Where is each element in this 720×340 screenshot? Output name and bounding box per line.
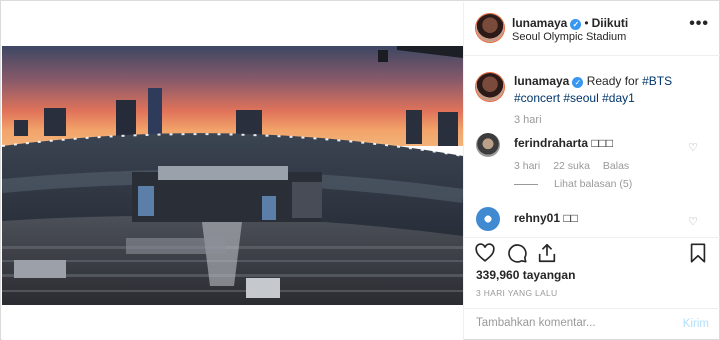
comment-input[interactable] — [476, 317, 661, 329]
comment-text: □□ — [563, 211, 578, 225]
verified-badge-icon: ✓ — [570, 19, 582, 30]
caption-username[interactable]: lunamaya — [514, 74, 569, 88]
share-icon[interactable] — [536, 242, 558, 264]
view-count[interactable]: 339,960 tayangan — [476, 268, 575, 282]
comment-meta: 3 hari 22 suka Balas — [514, 160, 639, 172]
replies-divider-line — [514, 183, 538, 185]
post-location[interactable]: Seoul Olympic Stadium — [512, 31, 626, 43]
comment-avatar[interactable] — [476, 207, 500, 231]
comment-username[interactable]: ferindraharta — [514, 136, 588, 150]
verified-badge-icon: ✓ — [572, 77, 584, 88]
comment-like-heart-icon[interactable]: ♡ — [688, 141, 698, 154]
instagram-post-frame: lunamaya ✓ • Diikuti Seoul Olympic Stadium … — [0, 0, 720, 340]
post-comment-button[interactable]: Kirim — [683, 318, 709, 330]
separator-dot: • — [584, 16, 589, 30]
author-line: lunamaya ✓ • Diikuti — [512, 16, 628, 30]
comment-2: rehny01 □□ — [514, 211, 578, 225]
hashtag-bts[interactable]: #BTS — [642, 74, 672, 88]
comment-1: ferindraharta □□□ — [514, 136, 613, 150]
post-header: lunamaya ✓ • Diikuti Seoul Olympic Stadium … — [464, 2, 720, 56]
heart-icon[interactable] — [474, 242, 496, 264]
comment-bubble-icon[interactable] — [506, 242, 528, 264]
comment-text: □□□ — [591, 136, 614, 150]
add-comment-bar: Kirim — [464, 308, 720, 340]
hashtag-day1[interactable]: #day1 — [602, 91, 635, 105]
view-replies-link[interactable]: Lihat balasan (5) — [514, 178, 632, 190]
post-media[interactable] — [2, 2, 463, 340]
author-username[interactable]: lunamaya — [512, 16, 567, 30]
comment-avatar[interactable] — [476, 133, 500, 157]
more-options-icon[interactable]: ••• — [689, 15, 709, 33]
post-date: 3 HARI YANG LALU — [476, 288, 558, 298]
follow-status-button[interactable]: Diikuti — [592, 16, 629, 30]
view-replies-label[interactable]: Lihat balasan (5) — [554, 178, 632, 190]
comment-timestamp: 3 hari — [514, 160, 541, 172]
post-caption: lunamaya ✓ Ready for #BTS #concert #seoul… — [514, 73, 709, 107]
caption-author-avatar[interactable] — [476, 73, 504, 101]
author-avatar[interactable] — [476, 14, 504, 42]
hashtag-seoul[interactable]: #seoul — [563, 91, 598, 105]
comments-section: lunamaya ✓ Ready for #BTS #concert #seoul… — [464, 57, 720, 237]
comment-like-heart-icon[interactable]: ♡ — [688, 215, 698, 228]
caption-text: Ready for — [586, 74, 639, 88]
comment-likes[interactable]: 22 suka — [553, 160, 590, 172]
caption-timestamp: 3 hari — [514, 114, 542, 126]
concert-video-frame[interactable] — [2, 46, 463, 305]
bookmark-icon[interactable] — [687, 242, 709, 264]
comment-username[interactable]: rehny01 — [514, 211, 560, 225]
hashtag-concert[interactable]: #concert — [514, 91, 560, 105]
reply-button[interactable]: Balas — [603, 160, 629, 172]
post-side-panel: lunamaya ✓ • Diikuti Seoul Olympic Stadium … — [463, 2, 720, 340]
